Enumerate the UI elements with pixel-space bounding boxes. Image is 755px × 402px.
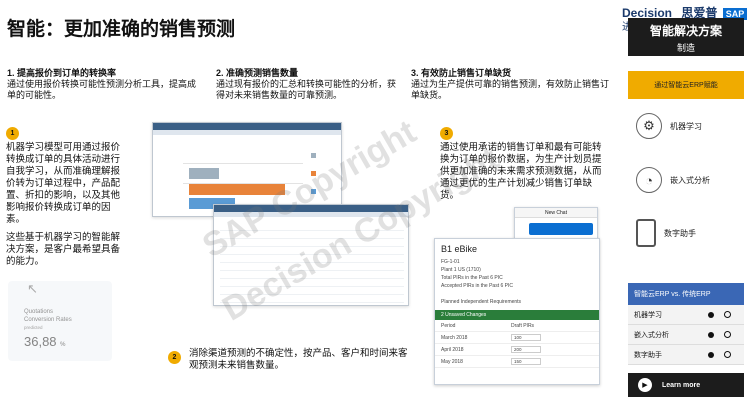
para-1b: 这些基于机器学习的智能解决方案，是客户最希望具备的能力。: [6, 232, 121, 267]
learn-more-button[interactable]: ▶ Learn more: [628, 373, 744, 397]
feature-label: 嵌入式分析: [670, 175, 710, 185]
draft-pir-input[interactable]: 150: [511, 358, 541, 365]
para-2: 消除渠道预测的不确定性，按产品、客户和时间来客观预测未来销售数量。: [189, 348, 408, 371]
product-line: Plant 1 US (1710): [441, 267, 481, 273]
draft-pir-input[interactable]: 100: [511, 334, 541, 341]
app-toolbar: [153, 130, 341, 135]
solution-header-title: 智能解决方案: [649, 24, 722, 38]
filled-dot-icon: [708, 311, 714, 318]
section-1-title: 1. 提高报价到订单的转换率: [7, 68, 117, 78]
planning-panel: B1 eBike FG-1-01 Plant 1 US (1710) Total…: [434, 238, 600, 385]
legend-swatch: [311, 171, 316, 176]
legend-swatch: [311, 153, 316, 158]
para-3: 通过使用承诺的销售订单和最有可能转换为订单的报价数据，为生产计划员提供更加准确的…: [440, 142, 602, 201]
compare-table: 机器学习 嵌入式分析 数字助手: [628, 305, 744, 365]
product-line: FG-1-01: [441, 259, 460, 265]
table-header: Period Draft PIRs: [435, 320, 599, 332]
kpi-unit: %: [60, 342, 66, 348]
kpi-number: 36,88: [24, 334, 57, 349]
table-row: 机器学习: [628, 305, 744, 325]
data-table: [220, 223, 404, 303]
product-title: B1 eBike: [441, 244, 478, 254]
section-3-title: 3. 有效防止销售订单缺货: [411, 68, 512, 78]
chat-bubble: [529, 223, 593, 235]
solution-header-sub: 制造: [676, 43, 695, 53]
chart-legend: [311, 145, 318, 199]
step-1-badge: 1: [6, 127, 19, 140]
cloud-erp-tab[interactable]: 通过智能云ERP赋能: [628, 71, 744, 99]
period-cell: May 2018: [441, 358, 463, 365]
unsaved-changes-tab[interactable]: 2 Unsaved Changes: [435, 310, 599, 320]
filled-dot-icon: [708, 351, 714, 358]
col-period: Period: [441, 322, 456, 329]
section-2-title: 2. 准确预测销售数量: [216, 68, 299, 78]
product-line: Accepted PIRs in the Past 6 PIC: [441, 283, 513, 289]
col-draft-pirs: Draft PIRs: [511, 322, 535, 329]
feature-embedded-analytics[interactable]: ◔ 嵌入式分析: [636, 167, 710, 193]
learn-more-label: Learn more: [662, 381, 701, 389]
grid-line: [183, 163, 303, 164]
step-2-badge: 2: [168, 351, 181, 364]
feature-label: 数字助手: [664, 228, 696, 238]
kpi-line2: Conversion Rates: [24, 317, 72, 323]
section-3: 3. 有效防止销售订单缺货 通过为生产提供可靠的销售预测，有效防止销售订单缺货。: [411, 68, 609, 101]
kpi-line1: Quotations: [24, 309, 54, 315]
section-3-text: 通过为生产提供可靠的销售预测，有效防止销售订单缺货。: [411, 79, 610, 100]
empty-dot-icon: [724, 351, 731, 358]
empty-dot-icon: [724, 331, 731, 338]
compare-row-label: 嵌入式分析: [634, 331, 669, 339]
bar-mark: [189, 184, 285, 195]
feature-digital-assistant[interactable]: 数字助手: [636, 219, 696, 247]
empty-dot-icon: [724, 311, 731, 318]
pir-section-title: Planned Independent Requirements: [441, 299, 522, 305]
draft-pir-input[interactable]: 200: [511, 346, 541, 353]
compare-row-label: 机器学习: [634, 311, 662, 319]
chat-title: New Chat: [515, 208, 597, 218]
product-line: Total PIRs in the Past 6 PIC: [441, 275, 503, 281]
table-row: 嵌入式分析: [628, 325, 744, 345]
period-cell: April 2018: [441, 346, 464, 353]
table-row: 数字助手: [628, 345, 744, 365]
page-title: 智能：更加准确的销售预测: [7, 19, 236, 40]
feature-label: 机器学习: [670, 121, 702, 131]
legend-swatch: [311, 189, 316, 194]
app-header-bar: [153, 123, 341, 130]
compare-row-label: 数字助手: [634, 351, 662, 359]
table-row: May 2018 150: [435, 356, 599, 368]
filled-dot-icon: [708, 331, 714, 338]
play-icon: ▶: [638, 378, 652, 392]
section-2-text: 通过现有报价的汇总和转换可能性的分析，获得对未来销售数量的可靠预测。: [216, 79, 397, 100]
kpi-value: 36,88 %: [24, 334, 66, 349]
compare-header: 智能云ERP vs. 传统ERP: [628, 283, 744, 305]
phone-icon: [636, 219, 656, 247]
brain-icon: ⚙: [636, 113, 662, 139]
solution-header: 智能解决方案 制造: [628, 18, 744, 56]
kpi-tile: Quotations Conversion Rates predicted 36…: [8, 281, 112, 361]
table-row: April 2018 200: [435, 344, 599, 356]
kpi-line3: predicted: [24, 325, 43, 330]
para-1: 机器学习模型可用通过报价转换成订单的具体活动进行自我学习，从而准确理解报价转为订…: [6, 142, 121, 225]
bar-mark: [189, 168, 219, 179]
forecast-table-screenshot: [213, 204, 409, 306]
period-cell: March 2018: [441, 334, 468, 341]
forecast-chart-screenshot: [152, 122, 342, 217]
cursor-icon: ↖: [27, 281, 38, 296]
section-1-text: 通过使用报价转换可能性预测分析工具，提高成单的可能性。: [7, 79, 197, 100]
section-2: 2. 准确预测销售数量 通过现有报价的汇总和转换可能性的分析，获得对未来销售数量…: [216, 68, 396, 101]
section-1: 1. 提高报价到订单的转换率 通过使用报价转换可能性预测分析工具，提高成单的可能…: [7, 68, 197, 101]
table-row: March 2018 100: [435, 332, 599, 344]
step-3-badge: 3: [440, 127, 453, 140]
feature-machine-learning[interactable]: ⚙ 机器学习: [636, 113, 702, 139]
app-header-bar: [214, 205, 408, 212]
app-toolbar: [214, 212, 408, 217]
analytics-icon: ◔: [636, 167, 662, 193]
